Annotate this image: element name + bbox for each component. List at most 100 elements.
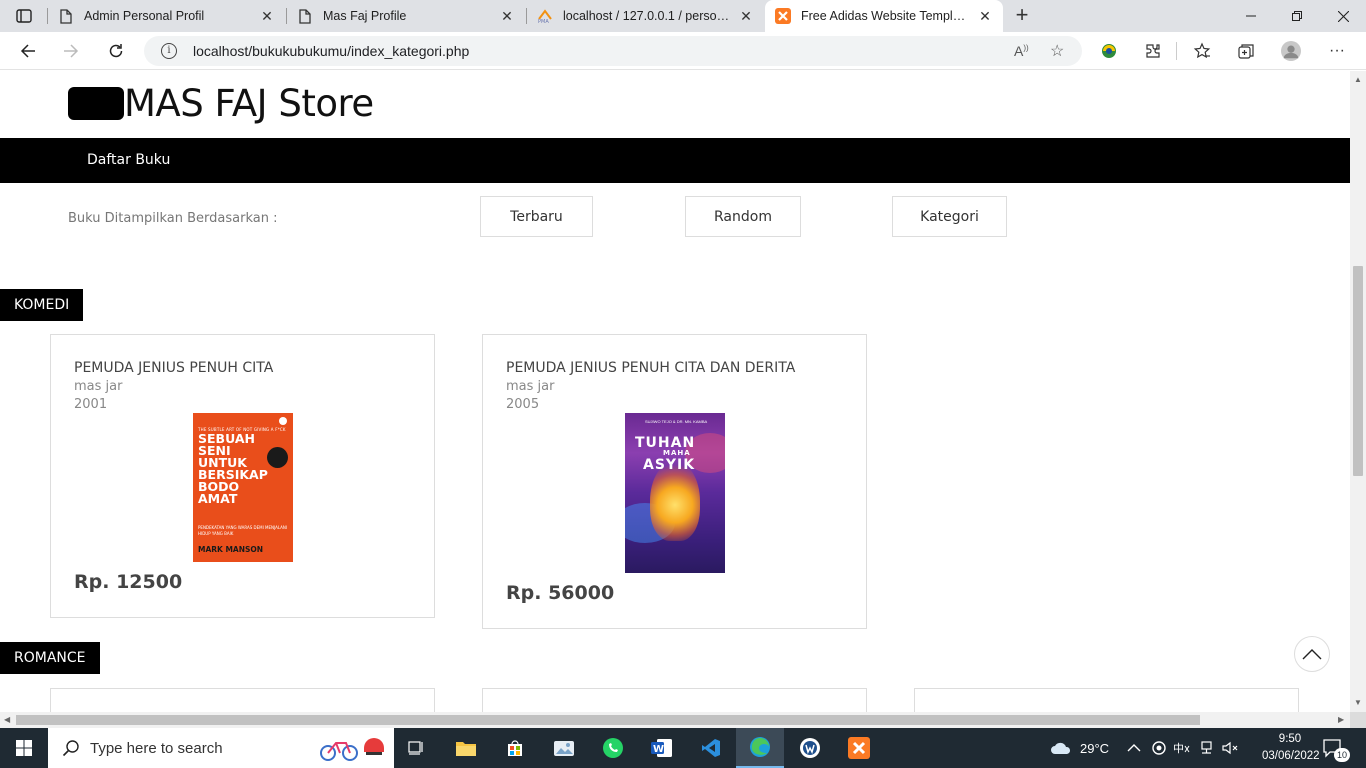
windows-logo-icon <box>16 740 32 756</box>
scrollbar-thumb[interactable] <box>16 715 1200 725</box>
book-year: 2001 <box>74 397 108 412</box>
category-label-komedi: KOMEDI <box>0 289 84 321</box>
book-author: mas jar <box>506 379 555 394</box>
scroll-right-arrow-icon[interactable]: ▶ <box>1338 715 1344 724</box>
page-icon <box>297 8 313 24</box>
search-placeholder: Type here to search <box>90 739 223 757</box>
info-icon[interactable]: i <box>161 43 177 59</box>
task-view-icon[interactable] <box>393 728 441 768</box>
microsoft-edge-icon[interactable] <box>736 728 784 768</box>
filter-terbaru-button[interactable]: Terbaru <box>480 196 593 237</box>
browser-toolbar: i localhost/bukukubukumu/index_kategori.… <box>0 32 1366 70</box>
back-button[interactable] <box>14 37 42 65</box>
nav-link-daftar-buku[interactable]: Daftar Buku <box>87 152 170 168</box>
weather-widget[interactable]: 29°C <box>1050 728 1109 768</box>
whatsapp-icon[interactable] <box>589 728 637 768</box>
horizontal-scrollbar[interactable]: ◀ ▶ <box>0 712 1350 728</box>
book-card[interactable] <box>914 688 1299 712</box>
book-author: mas jar <box>74 379 123 394</box>
restore-button[interactable] <box>1274 0 1320 32</box>
scrollbar-thumb[interactable] <box>1353 266 1363 476</box>
refresh-button[interactable] <box>102 37 130 65</box>
chevron-up-icon <box>1302 649 1322 660</box>
book-cover-image[interactable]: THE SUBTLE ART OF NOT GIVING A F*CK SEBU… <box>193 413 293 562</box>
scroll-up-arrow-icon[interactable]: ▲ <box>1354 75 1362 84</box>
cover-title-line: ASYIK <box>643 457 696 473</box>
location-icon[interactable] <box>1151 728 1167 768</box>
notification-center-button[interactable]: 10 <box>1322 728 1350 768</box>
vertical-scrollbar[interactable]: ▲ ▼ <box>1350 71 1366 712</box>
taskbar-clock[interactable]: 9:50 03/06/2022 <box>1262 731 1320 765</box>
cover-title: SEBUAH SENI UNTUK BERSIKAP BODO AMAT <box>198 431 268 506</box>
minimize-icon <box>1246 15 1256 17</box>
book-title[interactable]: PEMUDA JENIUS PENUH CITA DAN DERITA <box>506 360 795 376</box>
close-icon[interactable]: ✕ <box>259 8 275 25</box>
tab-actions-button[interactable] <box>8 5 40 27</box>
back-arrow-icon <box>20 44 35 58</box>
add-favorite-icon[interactable]: ☆ <box>1050 41 1064 61</box>
minimize-button[interactable] <box>1228 0 1274 32</box>
browser-extension-icon[interactable] <box>1099 41 1119 61</box>
photos-app-icon[interactable] <box>540 728 588 768</box>
new-tab-button[interactable]: + <box>1010 4 1034 28</box>
scroll-down-arrow-icon[interactable]: ▼ <box>1354 698 1362 707</box>
browser-app-icon[interactable] <box>786 728 834 768</box>
profile-avatar-icon[interactable] <box>1281 41 1301 61</box>
network-icon[interactable] <box>1199 728 1215 768</box>
show-hidden-icons-chevron[interactable] <box>1127 728 1141 768</box>
page-viewport: MAS FAJ Store Daftar Buku Buku Ditampilk… <box>0 71 1350 712</box>
filter-kategori-button[interactable]: Kategori <box>892 196 1007 237</box>
xampp-icon <box>775 8 791 24</box>
address-bar[interactable]: i localhost/bukukubukumu/index_kategori.… <box>144 36 1082 66</box>
xampp-icon[interactable] <box>835 728 883 768</box>
filter-random-button[interactable]: Random <box>685 196 801 237</box>
input-method-icon[interactable]: 中 <box>1173 728 1191 768</box>
microsoft-word-icon[interactable]: W <box>638 728 686 768</box>
forward-button[interactable] <box>57 37 85 65</box>
tab-title: localhost / 127.0.0.1 / personal_p <box>563 9 730 23</box>
taskbar-search-box[interactable]: Type here to search <box>48 728 394 768</box>
scroll-left-arrow-icon[interactable]: ◀ <box>4 715 10 724</box>
tab-free-adidas-template[interactable]: Free Adidas Website Template | F ✕ <box>765 0 1003 32</box>
cloud-icon <box>1051 742 1071 754</box>
book-cover-image[interactable]: SUJIWO TEJO & DR. MN. KAMBA TUHAN MAHA A… <box>625 413 725 573</box>
tab-title: Free Adidas Website Template | F <box>801 9 969 23</box>
volume-muted-icon[interactable] <box>1221 728 1239 768</box>
main-navbar: Daftar Buku <box>0 138 1350 183</box>
start-button[interactable] <box>0 728 48 768</box>
svg-text:中: 中 <box>1173 742 1184 755</box>
notification-count-badge: 10 <box>1334 748 1350 762</box>
forward-arrow-icon <box>64 44 79 58</box>
book-card[interactable] <box>50 688 435 712</box>
collections-icon[interactable] <box>1236 41 1256 61</box>
microsoft-store-icon[interactable] <box>491 728 539 768</box>
book-card[interactable]: PEMUDA JENIUS PENUH CITA DAN DERITA mas … <box>482 334 867 629</box>
publisher-logo <box>279 417 287 425</box>
bicycle-search-highlight-icon <box>318 734 390 767</box>
tab-mas-faj-profile[interactable]: Mas Faj Profile ✕ <box>287 0 525 32</box>
category-label-romance: ROMANCE <box>0 642 100 674</box>
vscode-icon[interactable] <box>687 728 735 768</box>
cover-figure <box>650 461 700 541</box>
url-text[interactable]: localhost/bukukubukumu/index_kategori.ph… <box>193 43 469 59</box>
file-explorer-icon[interactable] <box>442 728 490 768</box>
windows-taskbar: Type here to search W 29°C 中 9:50 03/06/… <box>0 728 1366 768</box>
close-window-button[interactable] <box>1320 0 1366 32</box>
page-icon <box>58 8 74 24</box>
close-icon[interactable]: ✕ <box>977 8 993 25</box>
read-aloud-icon[interactable]: A)) <box>1014 43 1029 59</box>
book-card[interactable]: PEMUDA JENIUS PENUH CITA mas jar 2001 TH… <box>50 334 435 618</box>
favorites-icon[interactable] <box>1192 41 1212 61</box>
tab-phpmyadmin[interactable]: PMA localhost / 127.0.0.1 / personal_p ✕ <box>527 0 764 32</box>
tab-title: Mas Faj Profile <box>323 9 407 23</box>
tab-admin-personal-profil[interactable]: Admin Personal Profil ✕ <box>48 0 285 32</box>
book-card[interactable] <box>482 688 867 712</box>
close-icon[interactable]: ✕ <box>738 8 754 25</box>
extensions-icon[interactable] <box>1143 41 1163 61</box>
book-title[interactable]: PEMUDA JENIUS PENUH CITA <box>74 360 273 376</box>
browser-tab-bar: Admin Personal Profil ✕ Mas Faj Profile … <box>0 0 1366 32</box>
svg-text:PMA: PMA <box>538 19 549 23</box>
back-to-top-button[interactable] <box>1294 636 1330 672</box>
close-icon[interactable]: ✕ <box>499 8 515 25</box>
more-options-icon[interactable]: ··· <box>1327 41 1347 61</box>
